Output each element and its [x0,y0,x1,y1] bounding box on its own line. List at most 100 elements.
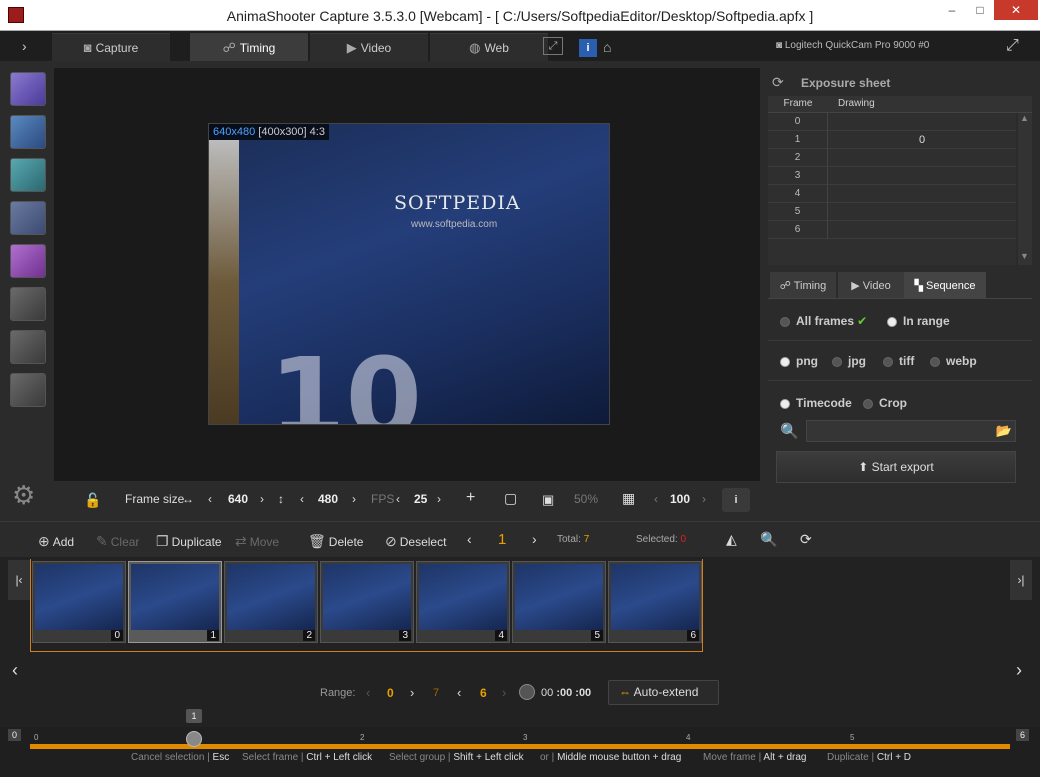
range-end[interactable]: 6 [480,686,487,700]
frame-thumbnail[interactable]: 2 [224,561,318,643]
frame-thumbnail[interactable]: 6 [608,561,702,643]
grid-increase[interactable]: › [702,492,706,506]
next-frame-button[interactable]: › [532,531,537,547]
scroll-down-icon[interactable]: ▼ [1020,251,1029,261]
exposure-scrollbar[interactable]: ▲ ▼ [1018,113,1032,265]
height-value[interactable]: 480 [318,492,338,506]
width-decrease[interactable]: ‹ [208,492,212,506]
crop-option[interactable]: Crop [863,396,907,410]
fullscreen-icon[interactable]: ⤢ [543,37,563,55]
maximize-button[interactable]: □ [966,0,994,20]
exposure-row[interactable]: 6 [768,221,1016,239]
camera-device[interactable]: ◙ Logitech QuickCam Pro 9000 #0 [776,40,929,51]
download-icon[interactable] [10,244,46,278]
folder-open-icon[interactable]: 📂 [996,423,1012,439]
lock-icon[interactable]: 🔓 [84,492,101,509]
format-webp-option[interactable]: webp [930,354,977,368]
new-project-icon[interactable] [10,72,46,106]
last-frame-icon[interactable]: ›| [1010,560,1032,600]
frame-border-icon[interactable]: ▢ [504,490,517,507]
recent-projects-icon[interactable] [10,158,46,192]
auto-extend-button[interactable]: ⇔ Auto-extend [608,680,719,705]
home-icon[interactable]: ⌂ [603,39,611,55]
exposure-row[interactable]: 10 [768,131,1016,149]
prev-frame-button[interactable]: ‹ [467,531,472,547]
tab-capture[interactable]: ◙ Capture [52,33,170,61]
refresh-icon[interactable]: ⟳ [800,531,812,548]
overlay-icon[interactable] [10,330,46,364]
range-end-increase[interactable]: › [502,685,506,700]
scroll-left-icon[interactable]: ‹ [12,660,18,681]
onion-skin-icon[interactable]: ▣ [542,492,554,508]
deselect-button[interactable]: ⊘ Deselect [385,533,446,550]
expand-icon[interactable]: ⤢ [1006,37,1019,55]
frame-thumbnail[interactable]: 1 [128,561,222,643]
tab-export-video[interactable]: ▶ Video [838,272,904,298]
range-start-increase[interactable]: › [410,685,414,700]
expand-panel-icon[interactable]: › [22,38,27,54]
folder-icon[interactable] [10,287,46,321]
frame-thumbnail[interactable]: 4 [416,561,510,643]
move-button[interactable]: ⇄ Move [235,533,279,550]
search-icon[interactable]: 🔍 [780,422,799,440]
settings-gear-icon[interactable]: ⚙ [12,480,35,511]
range-start[interactable]: 0 [387,686,394,700]
export-path-input[interactable]: 📂 [806,420,1016,442]
fps-value[interactable]: 25 [414,492,427,506]
first-frame-icon[interactable]: |‹ [8,560,30,600]
layers-icon[interactable] [10,373,46,407]
start-export-button[interactable]: ⬆ Start export [776,451,1016,483]
all-frames-option[interactable]: All frames ✔ [780,314,867,328]
grid-decrease[interactable]: ‹ [654,492,658,506]
fps-decrease[interactable]: ‹ [396,492,400,506]
width-value[interactable]: 640 [228,492,248,506]
import-icon[interactable] [10,201,46,235]
clear-button[interactable]: ✎ Clear [96,533,139,550]
frame-thumbnail[interactable]: 5 [512,561,606,643]
tab-web[interactable]: ◍ Web [430,33,548,61]
exposure-row[interactable]: 3 [768,167,1016,185]
playhead-marker[interactable]: 1 [186,709,202,723]
zoom-icon[interactable]: 🔍 [760,531,777,548]
timecode-option[interactable]: Timecode [780,396,852,410]
format-tiff-option[interactable]: tiff [883,354,914,368]
format-jpg-option[interactable]: jpg [832,354,866,368]
close-button[interactable]: ✕ [994,0,1038,20]
flip-icon[interactable]: ◭ [726,531,737,548]
tab-timing[interactable]: ☍ Timing [190,33,308,61]
exposure-row[interactable]: 4 [768,185,1016,203]
crosshair-icon[interactable]: + [466,489,475,507]
info-icon[interactable]: i [579,39,597,57]
tab-export-timing[interactable]: ☍ Timing [770,272,836,298]
timeline-range-bar[interactable] [30,744,1010,749]
open-project-icon[interactable] [10,115,46,149]
grid-icon[interactable]: ▦ [622,490,635,507]
format-png-option[interactable]: png [780,354,818,368]
range-end-decrease[interactable]: ‹ [457,685,461,700]
delete-button[interactable]: 🗑 Delete [308,533,363,550]
info-button-icon[interactable]: i [722,488,750,512]
exposure-row[interactable]: 5 [768,203,1016,221]
range-start-decrease[interactable]: ‹ [366,685,370,700]
scroll-right-icon[interactable]: › [1016,660,1022,681]
height-increase[interactable]: › [352,492,356,506]
playhead-knob[interactable] [186,731,202,747]
in-range-option[interactable]: In range [887,314,950,328]
frame-thumbnail[interactable]: 3 [320,561,414,643]
grid-value[interactable]: 100 [670,492,690,506]
refresh-icon[interactable]: ⟳ [772,74,784,91]
height-decrease[interactable]: ‹ [300,492,304,506]
tab-video[interactable]: ▶ Video [310,33,428,61]
exposure-row[interactable]: 0 [768,113,1016,131]
scroll-up-icon[interactable]: ▲ [1020,113,1029,123]
fps-increase[interactable]: › [437,492,441,506]
exposure-row[interactable]: 2 [768,149,1016,167]
duplicate-button[interactable]: ❐ Duplicate [156,533,222,550]
drawing-cell[interactable]: 0 [828,131,1016,149]
frame-thumbnail[interactable]: 0 [32,561,126,643]
add-button[interactable]: ⊕ Add [38,533,74,550]
minimize-button[interactable]: – [938,0,966,20]
current-frame[interactable]: 1 [498,531,506,548]
tab-export-sequence[interactable]: ▚ Sequence [904,272,986,298]
width-increase[interactable]: › [260,492,264,506]
